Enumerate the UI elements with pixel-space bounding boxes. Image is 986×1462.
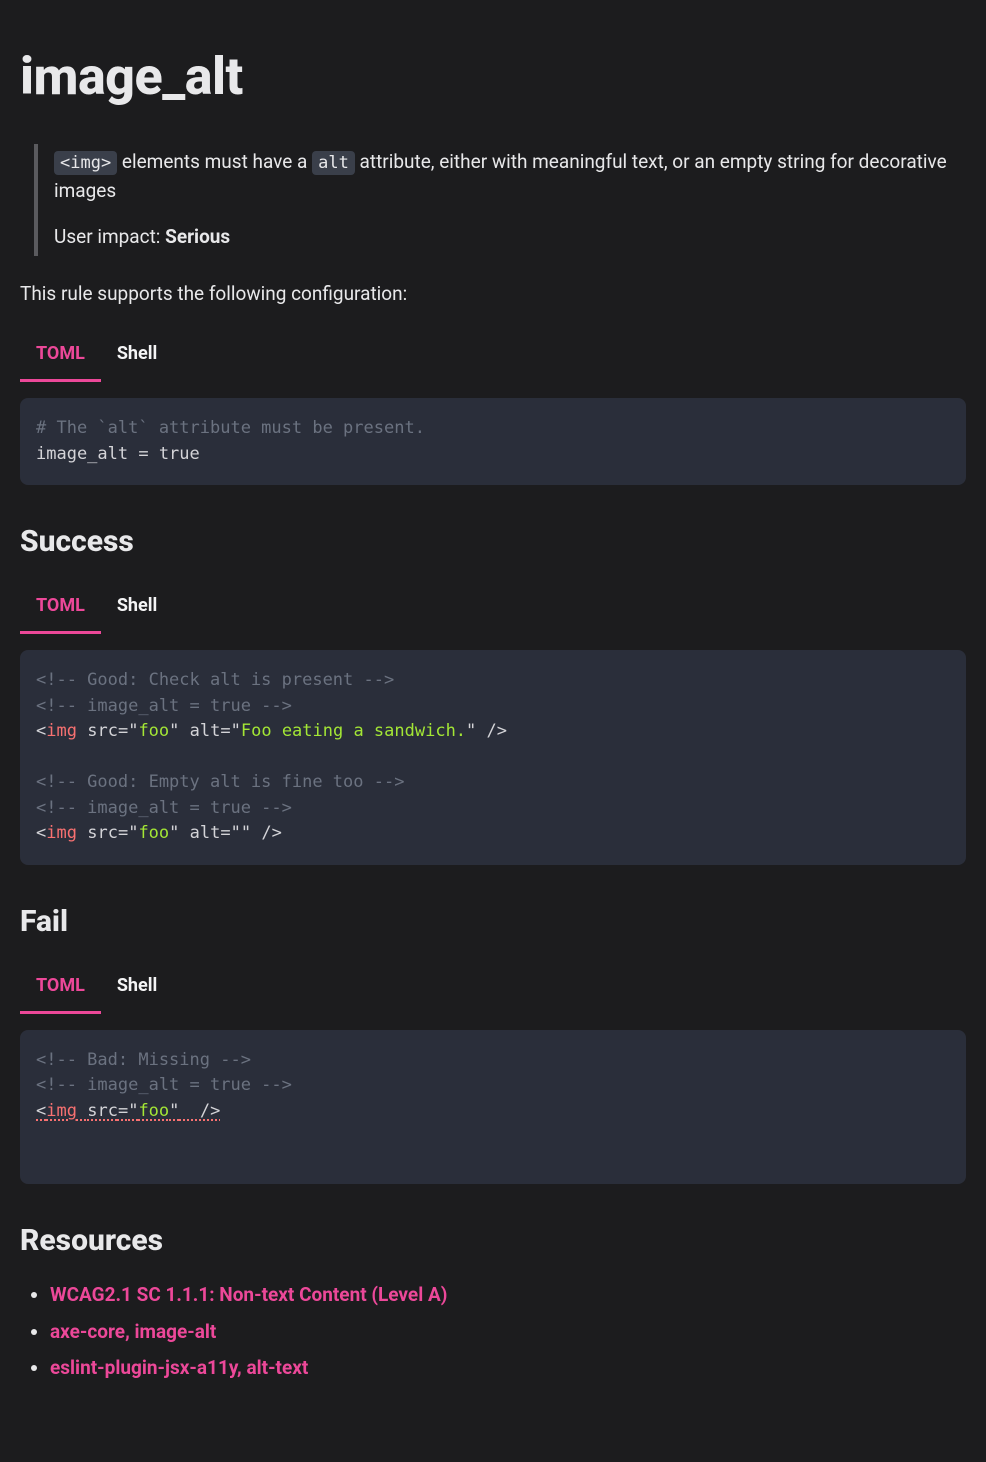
tab-toml[interactable]: TOML xyxy=(20,962,101,1014)
code-punc: " xyxy=(231,721,241,741)
tab-shell[interactable]: Shell xyxy=(101,962,173,1014)
success-codeblock: <!-- Good: Check alt is present --> <!--… xyxy=(20,650,966,865)
resource-link-eslint[interactable]: eslint-plugin-jsx-a11y, alt-text xyxy=(50,1356,308,1379)
code-attr: alt xyxy=(190,721,221,741)
code-tag: img xyxy=(46,1101,77,1121)
code-string: Foo eating a sandwich. xyxy=(241,721,466,741)
resource-link-wcag[interactable]: WCAG2.1 SC 1.1.1: Non-text Content (Leve… xyxy=(50,1283,447,1306)
code-punc: < xyxy=(36,721,46,741)
error-underline: <img src="foo" /> xyxy=(36,1101,220,1121)
code-string: foo xyxy=(138,721,169,741)
code-space xyxy=(77,721,87,741)
code-line: <img src="foo" /> xyxy=(36,1099,950,1125)
code-comment: <!-- Good: Empty alt is fine too --> xyxy=(36,772,404,792)
code-punc: /> xyxy=(251,823,282,843)
code-punc: " xyxy=(169,823,179,843)
code-punc: " xyxy=(128,1101,138,1121)
code-punc: /> xyxy=(476,721,507,741)
tab-toml[interactable]: TOML xyxy=(20,582,101,634)
code-line: <img src="foo" alt="" /> xyxy=(36,821,950,847)
code-punc: " xyxy=(231,823,241,843)
code-string: foo xyxy=(138,1101,169,1121)
code-comment: <!-- image_alt = true --> xyxy=(36,1075,292,1095)
inline-code-img: <img> xyxy=(54,151,117,175)
success-tabs: TOML Shell xyxy=(20,582,966,634)
code-comment: <!-- Good: Check alt is present --> xyxy=(36,670,394,690)
code-string: foo xyxy=(138,823,169,843)
code-space xyxy=(179,823,189,843)
fail-heading: Fail xyxy=(20,899,966,944)
code-space xyxy=(77,823,87,843)
code-tag: img xyxy=(46,721,77,741)
config-intro: This rule supports the following configu… xyxy=(20,280,966,309)
code-punc: = xyxy=(118,721,128,741)
inline-code-alt: alt xyxy=(312,151,355,175)
rule-summary: <img> elements must have a alt attribute… xyxy=(34,144,966,256)
code-attr: src xyxy=(87,1101,118,1121)
list-item: eslint-plugin-jsx-a11y, alt-text xyxy=(50,1354,966,1383)
user-impact: User impact: Serious xyxy=(54,223,966,252)
config-tabs: TOML Shell xyxy=(20,330,966,382)
tab-toml[interactable]: TOML xyxy=(20,330,101,382)
code-punc: = xyxy=(220,823,230,843)
code-punc: = xyxy=(220,721,230,741)
code-punc: " xyxy=(128,823,138,843)
impact-label: User impact: xyxy=(54,225,165,248)
code-comment: <!-- Bad: Missing --> xyxy=(36,1050,251,1070)
tab-shell[interactable]: Shell xyxy=(101,582,173,634)
code-punc: " xyxy=(466,721,476,741)
resources-list: WCAG2.1 SC 1.1.1: Non-text Content (Leve… xyxy=(20,1281,966,1383)
fail-tabs: TOML Shell xyxy=(20,962,966,1014)
code-punc: " xyxy=(169,1101,179,1121)
code-punc: " xyxy=(241,823,251,843)
code-space xyxy=(77,1101,87,1121)
code-attr: src xyxy=(87,823,118,843)
code-punc: = xyxy=(118,1101,128,1121)
code-punc: /> xyxy=(179,1101,220,1121)
code-space xyxy=(179,721,189,741)
code-punc: " xyxy=(128,721,138,741)
list-item: axe-core, image-alt xyxy=(50,1318,966,1347)
impact-value: Serious xyxy=(165,225,230,248)
code-comment: # The `alt` attribute must be present. xyxy=(36,418,425,438)
code-line: image_alt = true xyxy=(36,444,200,464)
success-heading: Success xyxy=(20,519,966,564)
resources-heading: Resources xyxy=(20,1218,966,1263)
list-item: WCAG2.1 SC 1.1.1: Non-text Content (Leve… xyxy=(50,1281,966,1310)
summary-text: <img> elements must have a alt attribute… xyxy=(54,148,966,205)
fail-codeblock: <!-- Bad: Missing --> <!-- image_alt = t… xyxy=(20,1030,966,1185)
tab-shell[interactable]: Shell xyxy=(101,330,173,382)
code-comment: <!-- image_alt = true --> xyxy=(36,798,292,818)
code-attr: src xyxy=(87,721,118,741)
code-punc: " xyxy=(169,721,179,741)
config-codeblock: # The `alt` attribute must be present. i… xyxy=(20,398,966,485)
code-punc: < xyxy=(36,823,46,843)
code-line: <img src="foo" alt="Foo eating a sandwic… xyxy=(36,719,950,745)
code-punc: = xyxy=(118,823,128,843)
code-punc: < xyxy=(36,1101,46,1121)
code-comment: <!-- image_alt = true --> xyxy=(36,696,292,716)
code-attr: alt xyxy=(190,823,221,843)
page-title: image_alt xyxy=(20,38,966,116)
resource-link-axe[interactable]: axe-core, image-alt xyxy=(50,1320,216,1343)
code-tag: img xyxy=(46,823,77,843)
summary-text-1: elements must have a xyxy=(117,150,312,173)
